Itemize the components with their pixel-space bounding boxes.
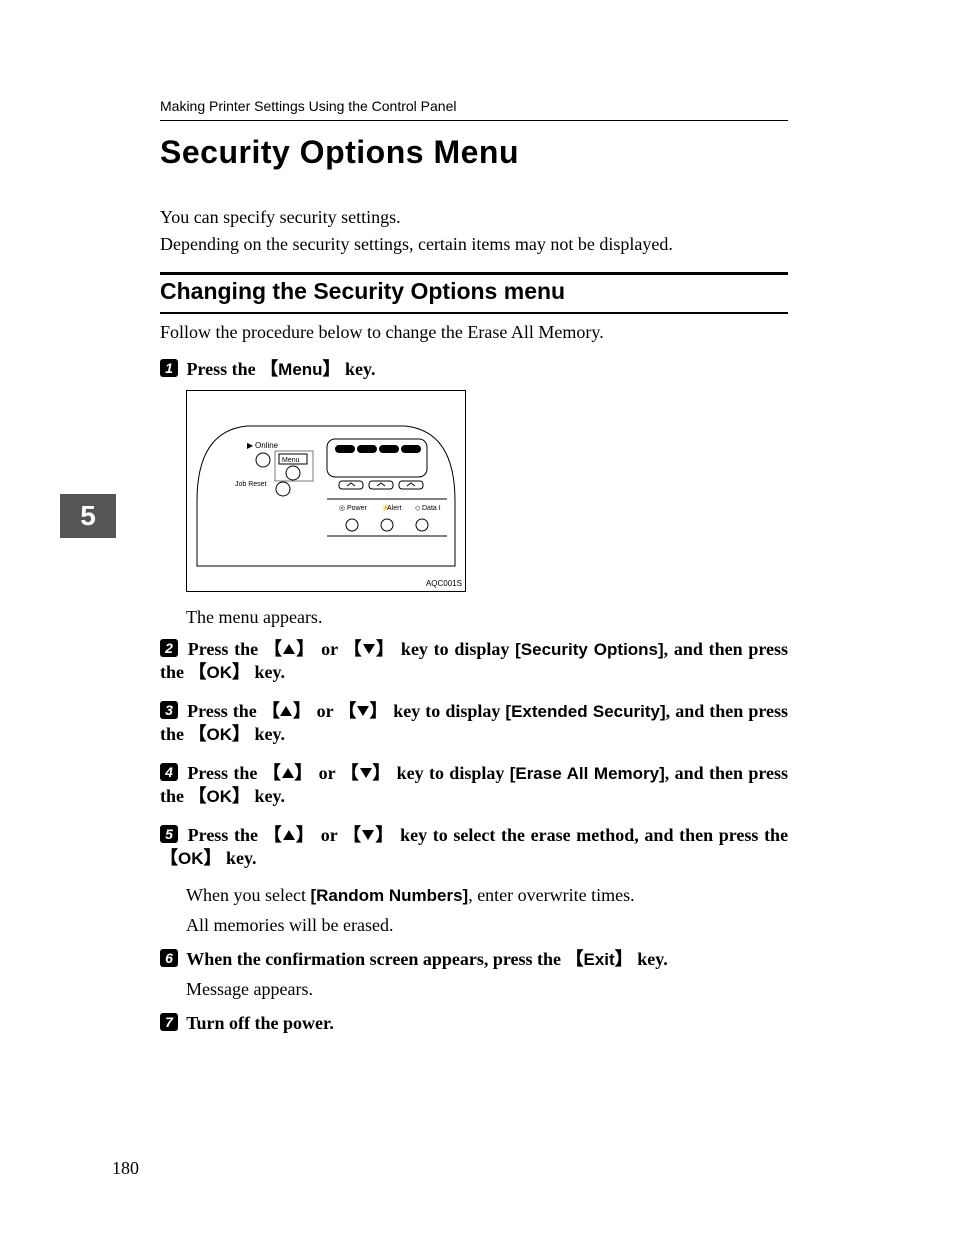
svg-text:Menu: Menu xyxy=(282,457,300,464)
panel-svg: ◎ Power ⚡ Alert ◇ Data I ▶ Online Menu J… xyxy=(187,391,465,591)
page-header: Making Printer Settings Using the Contro… xyxy=(160,98,788,121)
svg-text:◇: ◇ xyxy=(415,505,421,512)
opt-random-numbers: [Random Numbers] xyxy=(310,886,468,905)
step-3: Press the 【】 or 【】 key to display [Exten… xyxy=(160,700,788,747)
illustration-code: AQC001S xyxy=(426,579,462,588)
down-arrow-icon xyxy=(357,706,369,716)
step-4: Press the 【】 or 【】 key to display [Erase… xyxy=(160,762,788,809)
step-1: Press the 【Menu】 key. xyxy=(160,358,788,381)
opt-extended-security: [Extended Security] xyxy=(505,702,665,721)
step-7: Turn off the power. xyxy=(160,1012,788,1035)
step-badge-3 xyxy=(160,701,178,719)
svg-text:Job Reset: Job Reset xyxy=(235,481,267,488)
menu-key-label: Menu xyxy=(278,360,322,379)
up-arrow-icon xyxy=(283,644,295,654)
header-rule xyxy=(160,120,788,121)
step-5-body1: When you select [Random Numbers], enter … xyxy=(186,884,788,907)
intro-text: You can specify security settings. Depen… xyxy=(160,204,788,258)
section-rule-bottom xyxy=(160,312,788,314)
step-badge-6 xyxy=(160,949,178,967)
up-arrow-icon xyxy=(283,830,295,840)
up-arrow-icon xyxy=(280,706,292,716)
step-5: Press the 【】 or 【】 key to select the era… xyxy=(160,824,788,871)
section-rule-top xyxy=(160,272,788,275)
printer-panel-illustration: ◎ Power ⚡ Alert ◇ Data I ▶ Online Menu J… xyxy=(186,390,466,592)
up-arrow-icon xyxy=(282,768,294,778)
down-arrow-icon xyxy=(362,830,374,840)
step-1-post: key. xyxy=(341,359,376,379)
manual-page: Making Printer Settings Using the Contro… xyxy=(0,0,954,1235)
breadcrumb: Making Printer Settings Using the Contro… xyxy=(160,98,456,114)
step-badge-1 xyxy=(160,359,178,377)
step-badge-7 xyxy=(160,1013,178,1031)
step-5-body2: All memories will be erased. xyxy=(186,914,788,937)
down-arrow-icon xyxy=(360,768,372,778)
intro-line: You can specify security settings. Depen… xyxy=(160,207,673,254)
page-title: Security Options Menu xyxy=(160,134,519,171)
step-1-result: The menu appears. xyxy=(186,606,788,629)
opt-erase-all-memory: [Erase All Memory] xyxy=(510,764,665,783)
step-1-pre: Press the xyxy=(187,359,261,379)
svg-text:Data I: Data I xyxy=(422,505,441,512)
page-number: 180 xyxy=(112,1158,139,1179)
step-6-body: Message appears. xyxy=(186,978,788,1001)
opt-security-options: [Security Options] xyxy=(515,640,664,659)
step-2: Press the 【】 or 【】 key to display [Secur… xyxy=(160,638,788,685)
step-badge-5 xyxy=(160,825,178,843)
step-6: When the confirmation screen appears, pr… xyxy=(160,948,788,971)
section-intro: Follow the procedure below to change the… xyxy=(160,322,604,343)
down-arrow-icon xyxy=(363,644,375,654)
svg-text:▶: ▶ xyxy=(247,441,254,450)
svg-text:◎: ◎ xyxy=(339,505,345,512)
step-badge-2 xyxy=(160,639,178,657)
svg-text:Power: Power xyxy=(347,505,368,512)
step-badge-4 xyxy=(160,763,178,781)
svg-text:Alert: Alert xyxy=(387,505,401,512)
chapter-tab: 5 xyxy=(60,494,116,538)
exit-key-label: Exit xyxy=(584,950,615,969)
section-title: Changing the Security Options menu xyxy=(160,278,565,305)
svg-text:Online: Online xyxy=(255,441,279,450)
